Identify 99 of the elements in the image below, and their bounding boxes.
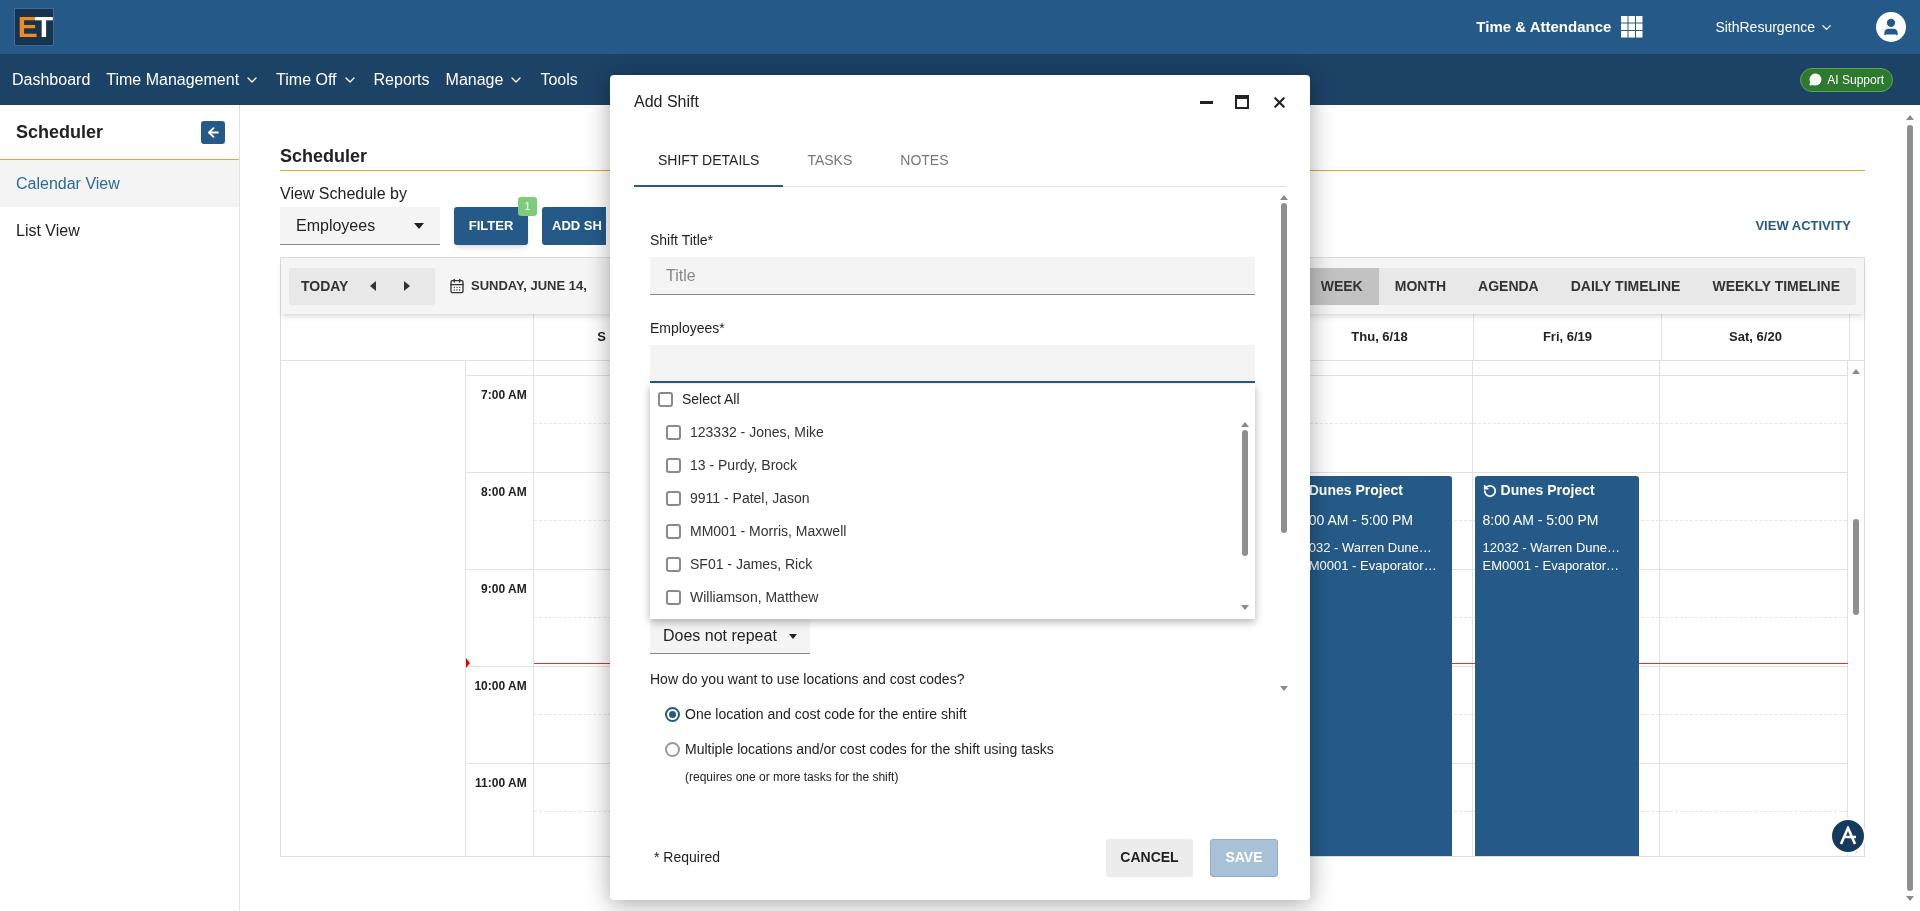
view-tab[interactable]: DAILY TIMELINE [1554,267,1697,305]
shift-event[interactable]: Dunes Project 8:00 AM - 5:00 PM 12032 - Warren Dune… EM0001 - Evaporator… [1474,476,1640,856]
checkbox[interactable] [666,491,681,506]
sidebar-title: Scheduler [16,120,104,144]
date-label[interactable]: SUNDAY, JUNE 14, [471,276,587,296]
nav-item[interactable]: Time Off [276,67,358,92]
dialog-title: Add Shift [634,92,699,112]
checkbox[interactable] [666,458,681,473]
checkbox[interactable] [666,557,681,572]
scroll-down-icon[interactable] [1240,604,1250,612]
filter-count-badge: 1 [518,197,537,216]
time-label: 10:00 AM [474,678,527,695]
current-time-marker [465,658,470,668]
time-label: 8:00 AM [481,484,527,501]
dropdown-scrollbar[interactable] [1239,420,1251,612]
nav-item[interactable]: Time Management [106,67,261,92]
view-activity-link[interactable]: VIEW ACTIVITY [1755,216,1851,236]
scroll-down-icon[interactable] [1905,895,1915,903]
checkbox[interactable] [658,391,673,407]
event-title: Dunes Project [1308,481,1403,500]
repeat-icon [1482,483,1497,498]
add-shift-button[interactable]: ADD SH [542,207,606,245]
minimize-button[interactable] [1200,100,1213,104]
dropdown-icon [789,633,797,639]
dialog-tab[interactable]: SHIFT DETAILS [634,135,784,187]
logo[interactable]: ET [14,8,54,46]
radio-note: (requires one or more tasks for the shift) [685,769,900,786]
employee-option[interactable]: MM001 - Morris, Maxwell [650,515,1239,548]
view-tab[interactable]: MONTH [1378,267,1463,305]
time-label: 11:00 AM [475,775,527,792]
dialog-tab[interactable]: NOTES [876,135,973,187]
avatar-icon[interactable] [1876,12,1906,42]
event-detail: 12032 - Warren Dune… [1482,539,1622,557]
radio-label[interactable]: One location and cost code for the entire shift [685,704,967,725]
calendar-icon[interactable] [449,278,465,294]
page-title: Scheduler [280,146,368,166]
employee-option[interactable]: SF01 - James, Rick [650,548,1239,581]
repeat-select[interactable]: Does not repeat [650,619,810,654]
checkbox[interactable] [666,590,681,605]
checkbox[interactable] [666,524,681,539]
sidebar-item[interactable]: List View [0,207,239,254]
day-header: Sat, 6/20 [1729,328,1782,347]
nav-item[interactable]: Reports [373,67,430,92]
nav-item[interactable]: Manage [445,67,525,92]
chat-icon [1809,73,1823,86]
employee-option[interactable]: 9911 - Patel, Jason [650,482,1239,515]
view-tab[interactable]: AGENDA [1462,267,1555,305]
day-header: Thu, 6/18 [1351,328,1408,347]
employee-option[interactable]: 123332 - Jones, Mike [650,416,1239,449]
scroll-up-icon[interactable] [1279,193,1289,201]
view-by-label: View Schedule by [280,184,407,204]
event-time: 8:00 AM - 5:00 PM [1482,511,1600,530]
dropdown-icon [414,222,424,229]
dialog-scrollbar[interactable] [1278,193,1290,693]
previous-icon[interactable] [370,281,377,291]
ai-support-button[interactable]: AI Support [1800,67,1893,92]
maximize-button[interactable] [1235,95,1249,109]
radio-button[interactable] [665,742,680,757]
employee-option[interactable]: 13 - Purdy, Brock [650,449,1239,482]
field-label: Shift Title* [650,231,715,250]
user-menu[interactable]: SithResurgence [1715,16,1834,38]
letter-a-icon [1838,826,1858,846]
field-label: Employees* [650,319,726,338]
nav-item[interactable]: Tools [540,67,578,92]
time-label: 9:00 AM [481,581,527,598]
cancel-button[interactable]: CANCEL [1106,838,1193,877]
event-detail: M0001 - Evaporator… [1308,557,1438,575]
sidebar-item[interactable]: Calendar View [0,160,239,207]
apps-grid-icon[interactable] [1621,16,1644,38]
next-icon[interactable] [404,281,411,291]
checkbox[interactable] [666,425,681,440]
view-by-select[interactable]: Employees [280,207,440,245]
employees-field[interactable] [650,345,1255,383]
day-header: Fri, 6/19 [1542,328,1593,347]
view-tab[interactable]: WEEKLY TIMELINE [1696,267,1856,305]
radio-button[interactable] [665,707,680,722]
day-header: S [597,328,606,347]
today-button[interactable]: TODAY [301,275,349,297]
minimize-icon [1200,100,1213,104]
collapse-button[interactable] [201,120,225,144]
product-name: Time & Attendance [1476,16,1612,37]
shift-title-field[interactable]: Title [650,257,1255,295]
question-text: How do you want to use locations and cost codes? [650,670,966,689]
user-icon [1881,17,1901,37]
time-label: 7:00 AM [481,387,527,404]
scroll-down-icon[interactable] [1279,685,1289,693]
maximize-icon [1235,95,1249,109]
scroll-up-icon[interactable] [1240,420,1250,428]
event-detail: EM0001 - Evaporator… [1482,557,1621,575]
nav-item[interactable]: Dashboard [12,67,91,92]
required-note: * Required [654,848,721,867]
scroll-up-icon[interactable] [1851,367,1862,375]
select-all-option[interactable]: Select All [650,384,1255,414]
employee-option[interactable]: Williamson, Matthew [650,581,1239,614]
dialog-tab[interactable]: TASKS [783,135,877,187]
scroll-up-icon[interactable] [1905,113,1915,121]
page-scrollbar[interactable] [1904,113,1916,903]
radio-label[interactable]: Multiple locations and/or cost codes for the shift using tasks [685,739,1054,760]
event-title: Dunes Project [1500,481,1595,500]
